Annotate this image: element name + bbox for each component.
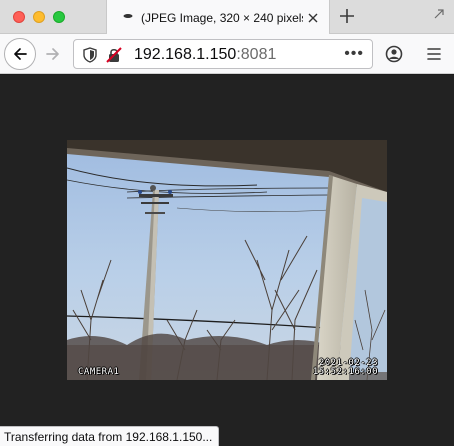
shield-icon[interactable] [83,47,97,63]
url-host: 192.168.1.150 [134,46,237,63]
arrow-right-icon [46,48,59,60]
page-content: CAMERA1 2021-02-23 15:52:16:00 [0,75,454,446]
camera-time-overlay: 15:52:16:00 [312,367,378,377]
camera-photo [67,140,387,380]
hamburger-menu-icon [427,48,441,60]
close-icon[interactable] [303,8,323,28]
image-icon [119,12,137,23]
tab-title: (JPEG Image, 320 × 240 pixels) [141,10,303,25]
tab-strip: (JPEG Image, 320 × 240 pixels) [0,0,454,35]
insecure-lock-icon[interactable] [106,47,122,63]
url-text[interactable]: 192.168.1.150:8081 [134,46,276,64]
app-menu-button[interactable] [424,44,444,64]
forward-button[interactable] [41,42,65,66]
new-tab-button[interactable] [336,4,358,28]
status-bar: Transferring data from 192.168.1.150... [0,426,220,446]
window-close-button[interactable] [13,11,25,23]
address-bar[interactable]: 192.168.1.150:8081 ••• [73,39,373,69]
camera-snapshot[interactable]: CAMERA1 2021-02-23 15:52:16:00 [67,140,387,380]
tab-active[interactable]: (JPEG Image, 320 × 240 pixels) [106,0,330,35]
window-minimize-button[interactable] [33,11,45,23]
back-button[interactable] [4,38,36,70]
account-button[interactable] [384,44,404,64]
account-icon [385,45,403,63]
window-zoom-button[interactable] [53,11,65,23]
page-actions-button[interactable]: ••• [344,45,364,63]
url-port: :8081 [236,46,277,63]
camera-name-overlay: CAMERA1 [78,367,120,377]
arrow-left-icon [14,48,27,60]
tab-overflow-icon[interactable] [432,8,446,22]
navigation-toolbar: 192.168.1.150:8081 ••• [0,34,454,74]
